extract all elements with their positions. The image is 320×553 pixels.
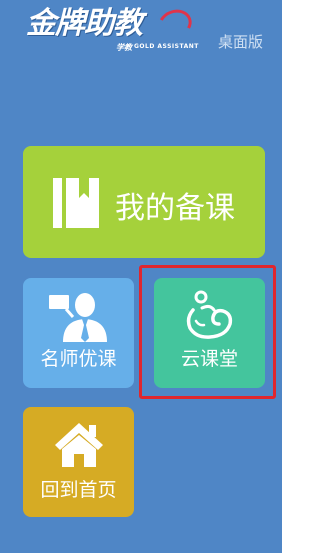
app-logo[interactable]: 金牌助教 学教 GOLD ASSISTANT: [26, 5, 216, 56]
desktop-version-link[interactable]: 桌面版: [218, 31, 263, 52]
logo-text: 金牌助教: [26, 6, 143, 41]
tile-label-famous-teacher: 名师优课: [40, 348, 117, 370]
tile-label-my-lesson-prep: 我的备课: [115, 191, 235, 226]
home-icon: [55, 423, 103, 467]
tile-label-cloud-classroom: 云课堂: [180, 348, 238, 370]
header: 金牌助教 学教 GOLD ASSISTANT 桌面版: [0, 0, 282, 60]
app-window: 金牌助教 学教 GOLD ASSISTANT 桌面版 我的备课 名师优课 云课堂…: [0, 0, 282, 553]
logo-swoosh-icon: [154, 5, 196, 43]
logo-subtitle-cn: 学教: [116, 43, 132, 52]
logo-subtitle-en: GOLD ASSISTANT: [134, 43, 199, 50]
book-icon: [53, 178, 99, 228]
tile-famous-teacher[interactable]: 名师优课: [23, 278, 134, 388]
teacher-icon: [49, 293, 107, 342]
tile-label-back-to-home: 回到首页: [40, 479, 117, 501]
tile-my-lesson-prep[interactable]: 我的备课: [23, 146, 265, 258]
tile-back-to-home[interactable]: 回到首页: [23, 407, 134, 517]
tile-cloud-classroom[interactable]: 云课堂: [154, 278, 265, 388]
cloud-classroom-icon: [186, 290, 233, 339]
